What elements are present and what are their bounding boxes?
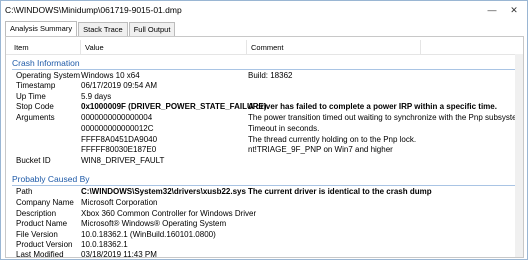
row-label: Product Name (16, 219, 68, 228)
tab-full-output[interactable]: Full Output (128, 22, 176, 36)
row-comment: The current driver is identical to the c… (248, 187, 432, 196)
row-value: 000000000000012C (81, 124, 154, 133)
row-label: Operating System (16, 71, 81, 80)
column-header-value[interactable]: Value (85, 43, 104, 52)
column-divider[interactable] (246, 40, 247, 54)
column-header-item[interactable]: Item (14, 43, 29, 52)
row-value: FFFFF80030E187E0 (81, 145, 157, 154)
vertical-scrollbar[interactable] (515, 54, 523, 257)
row-comment: Build: 18362 (248, 71, 293, 80)
close-button[interactable]: ✕ (505, 3, 523, 17)
row-label: Last Modified (16, 250, 64, 258)
minimize-button[interactable]: — (483, 3, 501, 17)
row-label: Company Name (16, 198, 74, 207)
row-comment: Timeout in seconds. (248, 124, 320, 133)
window-title: C:\WINDOWS\Minidump\061719-9015-01.dmp (5, 5, 182, 15)
row-value: 10.0.18362.1 (81, 240, 128, 249)
row-value: 0x1000009F (DRIVER_POWER_STATE_FAILURE) (81, 102, 267, 111)
column-divider[interactable] (80, 40, 81, 54)
row-value: 03/18/2019 11:43 PM (81, 250, 157, 258)
row-value: C:\WINDOWS\System32\drivers\xusb22.sys (81, 187, 246, 196)
title-bar[interactable]: C:\WINDOWS\Minidump\061719-9015-01.dmp —… (1, 1, 527, 20)
row-comment: The power transition timed out waiting t… (248, 113, 524, 122)
row-value: 06/17/2019 09:54 AM (81, 81, 158, 90)
list-header: Item Value Comment (6, 40, 523, 55)
row-label: Arguments (16, 113, 55, 122)
group-divider (12, 185, 517, 186)
tab-analysis-summary[interactable]: Analysis Summary (5, 21, 78, 36)
row-label: Stop Code (16, 102, 54, 111)
row-comment: A driver has failed to complete a power … (248, 102, 497, 111)
dump-window: C:\WINDOWS\Minidump\061719-9015-01.dmp —… (0, 0, 528, 260)
column-divider[interactable] (420, 40, 421, 54)
row-comment: The thread currently holding on to the P… (248, 135, 417, 144)
row-value: Microsoft Corporation (81, 198, 158, 207)
row-value: FFFF8A0451DA9040 (81, 135, 158, 144)
analysis-list[interactable]: Item Value Comment Crash Information Ope… (5, 36, 524, 258)
row-label: Path (16, 187, 33, 196)
row-label: Description (16, 209, 57, 218)
tab-stack-trace[interactable]: Stack Trace (78, 22, 128, 36)
group-crash-information[interactable]: Crash Information (12, 58, 80, 68)
row-comment: nt!TRIAGE_9F_PNP on Win7 and higher (248, 145, 393, 154)
tab-strip: Analysis Summary Stack Trace Full Output (5, 21, 176, 36)
row-label: File Version (16, 230, 58, 239)
column-header-comment[interactable]: Comment (251, 43, 284, 52)
row-value: Xbox 360 Common Controller for Windows D… (81, 209, 257, 218)
row-value: WIN8_DRIVER_FAULT (81, 156, 165, 165)
row-value: 0000000000000004 (81, 113, 153, 122)
row-label: Timestamp (16, 81, 56, 90)
row-label: Product Version (16, 240, 73, 249)
row-value: Windows 10 x64 (81, 71, 140, 80)
group-divider (12, 69, 517, 70)
row-label: Bucket ID (16, 156, 51, 165)
group-probably-caused-by[interactable]: Probably Caused By (12, 174, 90, 184)
row-value: 5.9 days (81, 92, 112, 101)
row-label: Up Time (16, 92, 46, 101)
row-value: Microsoft® Windows® Operating System (81, 219, 227, 228)
row-value: 10.0.18362.1 (WinBuild.160101.0800) (81, 230, 216, 239)
